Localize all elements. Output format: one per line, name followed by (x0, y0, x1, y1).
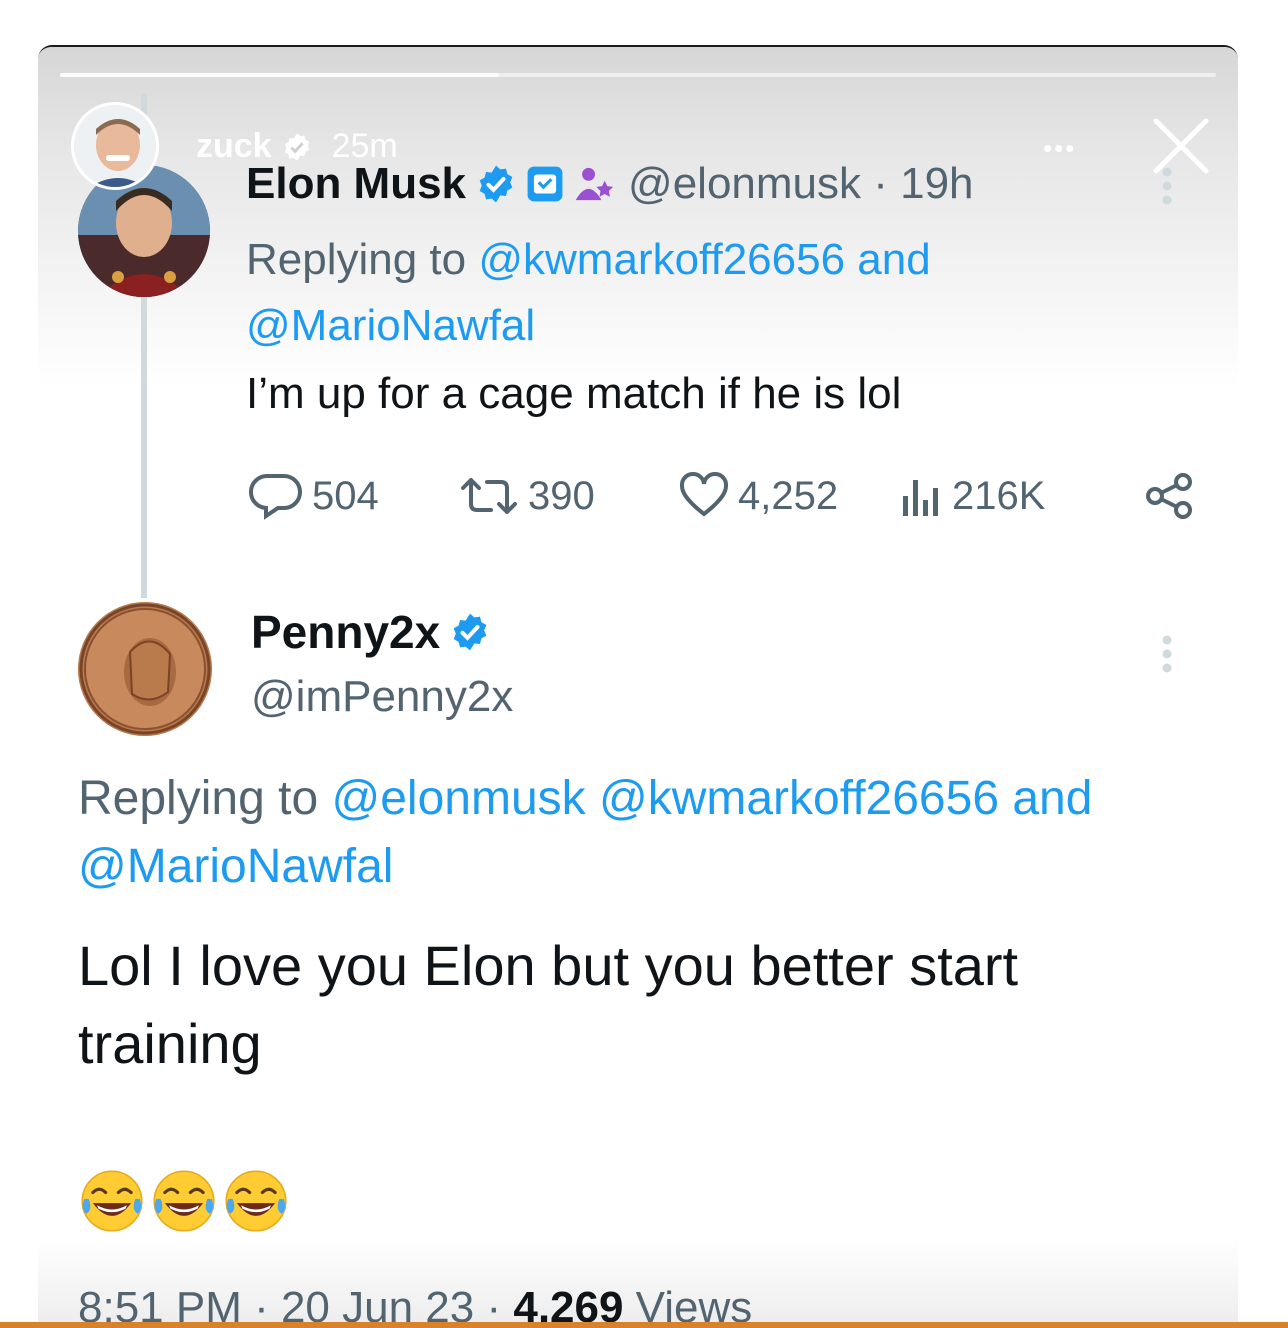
author-handle[interactable]: @elonmusk · 19h (628, 159, 974, 209)
reply-count: 504 (312, 473, 379, 518)
mention-and: and (999, 772, 1093, 825)
views-button[interactable]: 216K (898, 472, 1045, 520)
tears-of-joy-emoji-icon (225, 1170, 287, 1232)
tweet1-replying-to: Replying to @kwmarkoff26656 and @MarioNaw… (246, 227, 1146, 359)
tweet2-replying-to: Replying to @elonmusk @kwmarkoff26656 an… (78, 765, 1198, 901)
tweet2-text: Lol I love you Elon but you better start… (78, 934, 1019, 1075)
replying-prefix: Replying to (246, 235, 479, 284)
share-button[interactable] (1143, 472, 1203, 520)
retweet-button[interactable]: 390 (458, 472, 595, 520)
mention-link[interactable]: @MarioNawfal (78, 840, 393, 893)
replying-prefix: Replying to (78, 772, 332, 825)
affiliate-square-badge-icon (527, 166, 563, 202)
mention-and: and (845, 235, 931, 284)
like-count: 4,252 (738, 473, 839, 518)
story-progress-bar (60, 73, 1216, 77)
more-options-icon[interactable] (1160, 633, 1174, 675)
instagram-story: zuck 25m ••• Elon Musk @elonmusk · 19h R… (38, 45, 1238, 1328)
penny-coin-icon (78, 602, 212, 736)
government-affiliate-icon (575, 167, 614, 201)
tweet1-text: I’m up for a cage match if he is lol (246, 369, 902, 418)
tweet1-header: Elon Musk @elonmusk · 19h (246, 159, 974, 209)
author-handle[interactable]: @imPenny2x (251, 672, 513, 722)
bottom-accent-bar (0, 1322, 1288, 1328)
reply-button[interactable]: 504 (248, 472, 379, 520)
views-count: 216K (952, 473, 1046, 518)
retweet-count: 390 (528, 473, 595, 518)
emoji-row (78, 1167, 290, 1235)
story-verified-icon (284, 132, 309, 161)
share-icon (1146, 473, 1192, 519)
story-author-avatar[interactable] (71, 102, 159, 190)
reply-icon (249, 473, 302, 520)
author-name[interactable]: Penny2x (251, 605, 440, 659)
tears-of-joy-emoji-icon (153, 1170, 215, 1232)
close-icon (1153, 118, 1209, 174)
heart-icon (679, 472, 729, 517)
mention-link[interactable]: @kwmarkoff26656 (478, 235, 845, 284)
mention-link[interactable]: @elonmusk @kwmarkoff26656 (331, 772, 999, 825)
story-more-icon[interactable]: ••• (1043, 135, 1076, 161)
verified-badge-icon (453, 613, 487, 651)
tears-of-joy-emoji-icon (81, 1170, 143, 1232)
retweet-icon (461, 478, 517, 514)
author-name[interactable]: Elon Musk (246, 159, 466, 209)
story-progress-fill (60, 73, 500, 77)
mention-link[interactable]: @MarioNawfal (246, 301, 535, 350)
tweet2-header: Penny2x (251, 605, 490, 659)
like-button[interactable]: 4,252 (678, 472, 838, 520)
story-close-button[interactable] (1152, 117, 1210, 175)
verified-badge-icon (479, 165, 513, 203)
penny-avatar[interactable] (78, 602, 212, 736)
views-chart-icon (903, 480, 938, 516)
